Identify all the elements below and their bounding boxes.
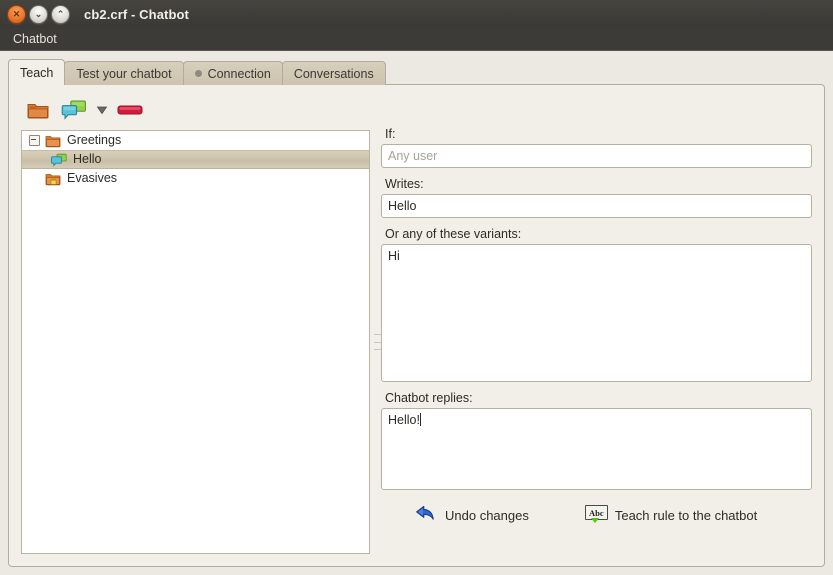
- delete-button[interactable]: [113, 95, 147, 125]
- tree-row-evasives[interactable]: Evasives: [22, 169, 369, 188]
- down-arrow-icon: [591, 518, 599, 523]
- teach-panel: Greetings Hello: [8, 84, 825, 567]
- window-controls: ✕ ⌄ ⌃: [7, 5, 70, 24]
- undo-icon: [415, 504, 437, 526]
- menu-item-chatbot[interactable]: Chatbot: [8, 30, 62, 48]
- new-category-button[interactable]: [21, 95, 55, 125]
- folder-icon: [44, 133, 62, 149]
- tab-teach[interactable]: Teach: [8, 59, 65, 85]
- minimize-window-button[interactable]: ⌄: [29, 5, 48, 24]
- remove-icon: [116, 102, 144, 118]
- tab-teach-label: Teach: [20, 66, 53, 80]
- connection-status-dot-icon: [195, 70, 202, 77]
- application-window: ✕ ⌄ ⌃ cb2.crf - Chatbot Chatbot Teach Te…: [0, 0, 833, 575]
- undo-changes-label: Undo changes: [445, 508, 529, 523]
- teach-toolbar: [21, 93, 147, 127]
- tree-label-hello: Hello: [73, 153, 102, 166]
- close-window-button[interactable]: ✕: [7, 5, 26, 24]
- rules-tree: Greetings Hello: [22, 131, 369, 188]
- chevron-down-icon: ⌄: [30, 6, 47, 23]
- folder-icon: [26, 100, 50, 120]
- replies-textarea[interactable]: Hello!: [381, 408, 812, 490]
- chat-bubbles-icon: [61, 99, 87, 121]
- rules-tree-panel[interactable]: Greetings Hello: [21, 130, 370, 554]
- chat-bubble-icon: [50, 152, 68, 168]
- if-label: If:: [385, 127, 812, 141]
- chevron-down-icon: [96, 104, 108, 116]
- title-bar: ✕ ⌄ ⌃ cb2.crf - Chatbot: [0, 0, 833, 28]
- menu-bar: Chatbot: [0, 28, 833, 50]
- tab-connection-label: Connection: [208, 67, 271, 81]
- variants-textarea[interactable]: Hi: [381, 244, 812, 382]
- undo-changes-button[interactable]: Undo changes: [411, 502, 533, 528]
- tree-row-greetings[interactable]: Greetings: [22, 131, 369, 150]
- new-rule-button[interactable]: [57, 95, 91, 125]
- splitter-grip-icon: [374, 334, 377, 350]
- chevron-up-icon: ⌃: [52, 6, 69, 23]
- text-cursor: [420, 413, 421, 426]
- tab-test-your-chatbot-label: Test your chatbot: [76, 67, 171, 81]
- tree-label-evasives: Evasives: [67, 172, 117, 185]
- writes-label: Writes:: [385, 177, 812, 191]
- tab-connection[interactable]: Connection: [183, 61, 283, 85]
- folder-lock-icon: [44, 171, 62, 187]
- tree-row-hello[interactable]: Hello: [22, 150, 369, 169]
- writes-input[interactable]: Hello: [381, 194, 812, 218]
- expander-collapse-icon[interactable]: [28, 134, 41, 147]
- replies-label: Chatbot replies:: [385, 391, 812, 405]
- variants-label: Or any of these variants:: [385, 227, 812, 241]
- tab-test-your-chatbot[interactable]: Test your chatbot: [64, 61, 183, 85]
- tab-strip: Teach Test your chatbot Connection Conve…: [8, 59, 825, 85]
- teach-rule-button[interactable]: Abc Teach rule to the chatbot: [581, 502, 761, 528]
- maximize-window-button[interactable]: ⌃: [51, 5, 70, 24]
- spellcheck-abc-icon: Abc: [585, 504, 607, 526]
- teach-rule-label: Teach rule to the chatbot: [615, 508, 757, 523]
- tab-conversations-label: Conversations: [294, 67, 374, 81]
- new-rule-dropdown-button[interactable]: [93, 95, 111, 125]
- rule-editor-form: If: Any user Writes: Hello Or any of the…: [381, 127, 812, 554]
- window-title: cb2.crf - Chatbot: [84, 7, 189, 22]
- tree-expander-placeholder: [28, 172, 41, 185]
- client-area: Teach Test your chatbot Connection Conve…: [0, 50, 833, 575]
- pane-splitter[interactable]: [371, 130, 380, 554]
- tree-label-greetings: Greetings: [67, 134, 121, 147]
- tab-conversations[interactable]: Conversations: [282, 61, 386, 85]
- close-icon: ✕: [8, 6, 25, 23]
- form-actions: Undo changes Abc Teach rule to the chatb…: [381, 502, 812, 528]
- replies-text: Hello!: [388, 413, 420, 427]
- if-input[interactable]: Any user: [381, 144, 812, 168]
